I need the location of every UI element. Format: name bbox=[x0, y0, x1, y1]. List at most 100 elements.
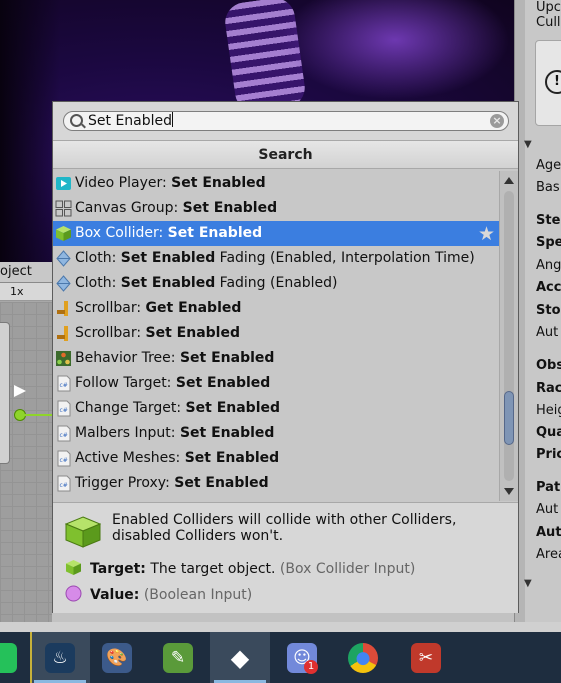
inspector-field-label: Area bbox=[536, 547, 561, 562]
taskbar-item[interactable]: ◆ bbox=[210, 632, 270, 683]
result-component: Cloth: bbox=[75, 250, 117, 266]
clear-search-icon[interactable]: × bbox=[490, 114, 504, 128]
result-item[interactable]: Scrollbar: Set Enabled bbox=[53, 321, 499, 346]
graph-zoom-label[interactable]: 1x bbox=[0, 283, 52, 301]
result-component: Change Target: bbox=[75, 400, 182, 416]
steam-icon: ♨ bbox=[45, 643, 75, 673]
inspector-field-label: Pat bbox=[536, 480, 561, 495]
taskbar-item[interactable]: ● bbox=[333, 632, 393, 683]
video-player-icon bbox=[56, 177, 71, 190]
result-component: Malbers Input: bbox=[75, 425, 176, 441]
result-label: Video Player: Set Enabled bbox=[75, 171, 266, 196]
result-item[interactable]: Box Collider: Set Enabled ★ bbox=[53, 221, 499, 246]
result-label: Behavior Tree: Set Enabled bbox=[75, 346, 274, 371]
result-method: Set Enabled bbox=[145, 325, 240, 341]
taskbar-item[interactable]: ✎ bbox=[148, 632, 208, 683]
add-node-search-popup: Set Enabled × Search Video Player: Set E… bbox=[52, 101, 519, 613]
search-icon bbox=[70, 114, 83, 127]
graph-canvas[interactable] bbox=[0, 302, 52, 622]
result-component: Canvas Group: bbox=[75, 200, 179, 216]
search-text: Set Enabled bbox=[88, 113, 173, 129]
search-field[interactable]: Set Enabled × bbox=[63, 111, 509, 131]
cloth-icon bbox=[56, 275, 71, 292]
result-item[interactable]: Cloth: Set Enabled Fading (Enabled) bbox=[53, 271, 499, 296]
result-item[interactable]: Video Player: Set Enabled bbox=[53, 171, 499, 196]
result-method: Set Enabled bbox=[184, 450, 280, 466]
text-caret bbox=[172, 112, 174, 127]
graph-tab[interactable]: oject bbox=[0, 262, 52, 283]
taskbar-item[interactable]: 🎨 bbox=[87, 632, 147, 683]
graph-node[interactable] bbox=[0, 322, 10, 464]
script-icon: c# bbox=[57, 425, 71, 442]
graph-panel: oject 1x bbox=[0, 262, 52, 622]
result-component: Behavior Tree: bbox=[75, 350, 176, 366]
unity-icon: ◆ bbox=[230, 644, 250, 672]
whatsapp-icon bbox=[0, 643, 17, 673]
svg-text:c#: c# bbox=[60, 457, 68, 464]
result-label: Box Collider: Set Enabled bbox=[75, 221, 262, 246]
box-collider-large-icon bbox=[65, 516, 101, 548]
scroll-up-arrow-icon[interactable] bbox=[504, 177, 514, 184]
graph-connection bbox=[24, 414, 52, 416]
result-label: Cloth: Set Enabled Fading (Enabled, Inte… bbox=[75, 246, 475, 271]
result-suffix: Fading (Enabled, Interpolation Time) bbox=[215, 250, 475, 266]
inspector-field-label: Age bbox=[536, 158, 561, 173]
inspector-field-label: Spe bbox=[536, 235, 561, 250]
inspector-field-label: Aut bbox=[536, 325, 559, 340]
result-list-scrollbar[interactable] bbox=[499, 171, 518, 501]
foldout-arrow-icon[interactable]: ▼ bbox=[524, 578, 532, 589]
result-item[interactable]: c# Active Meshes: Set Enabled bbox=[53, 446, 499, 471]
svg-text:c#: c# bbox=[60, 482, 68, 489]
boolean-icon bbox=[65, 585, 82, 602]
result-item[interactable]: c# Trigger Proxy: Set Enabled bbox=[53, 471, 499, 496]
result-item[interactable]: c# Change Target: Set Enabled bbox=[53, 396, 499, 421]
taskbar-item[interactable]: ✂ bbox=[396, 632, 456, 683]
param-type: (Box Collider Input) bbox=[279, 561, 416, 577]
node-info-panel: Enabled Colliders will collide with othe… bbox=[53, 502, 518, 613]
snipping-icon: ✂ bbox=[411, 643, 441, 673]
scroll-thumb[interactable] bbox=[504, 391, 514, 445]
inspector-field-label: Obs bbox=[536, 358, 561, 373]
result-item[interactable]: c# Malbers Input: Set Enabled bbox=[53, 421, 499, 446]
list-header: Search bbox=[53, 140, 518, 169]
favorite-star-icon[interactable]: ★ bbox=[478, 222, 495, 247]
inspector-panel: ! ▼ ▼ UpcCullAgeBasSteSpeAngAccStoAutObs… bbox=[514, 0, 561, 622]
result-method: Set Enabled bbox=[174, 475, 269, 491]
scroll-down-arrow-icon[interactable] bbox=[504, 488, 514, 495]
result-component: Video Player: bbox=[75, 175, 167, 191]
param-desc: The target object. bbox=[150, 561, 276, 577]
result-method: Set Enabled bbox=[120, 275, 216, 291]
result-label: Scrollbar: Get Enabled bbox=[75, 296, 241, 321]
result-component: Active Meshes: bbox=[75, 450, 181, 466]
inspector-field-label: Bas bbox=[536, 180, 560, 195]
search-input[interactable]: Set Enabled bbox=[88, 112, 468, 130]
scroll-track[interactable] bbox=[504, 191, 514, 481]
param-value: Value: (Boolean Input) bbox=[65, 585, 252, 603]
inspector-field-label: Qua bbox=[536, 425, 561, 440]
taskbar-divider bbox=[0, 622, 561, 632]
node-description: Enabled Colliders will collide with othe… bbox=[112, 512, 457, 544]
script-icon: c# bbox=[57, 450, 71, 467]
foldout-arrow-icon[interactable]: ▼ bbox=[524, 139, 532, 150]
result-item[interactable]: Behavior Tree: Set Enabled bbox=[53, 346, 499, 371]
result-item[interactable]: Scrollbar: Get Enabled bbox=[53, 296, 499, 321]
result-label: Cloth: Set Enabled Fading (Enabled) bbox=[75, 271, 338, 296]
svg-text:c#: c# bbox=[60, 407, 68, 414]
inspector-field-label: Upc bbox=[536, 0, 561, 15]
result-label: Active Meshes: Set Enabled bbox=[75, 446, 279, 471]
result-method: Set Enabled bbox=[182, 200, 278, 216]
result-component: Follow Target: bbox=[75, 375, 172, 391]
search-row: Set Enabled × bbox=[53, 102, 518, 140]
inspector-field-label: Cull bbox=[536, 15, 561, 30]
taskbar-item[interactable]: ♨ bbox=[30, 632, 90, 683]
result-item[interactable]: Canvas Group: Set Enabled bbox=[53, 196, 499, 221]
result-method: Get Enabled bbox=[145, 300, 242, 316]
inspector-field-label: Sto bbox=[536, 303, 561, 318]
result-item[interactable]: Cloth: Set Enabled Fading (Enabled, Inte… bbox=[53, 246, 499, 271]
result-label: Change Target: Set Enabled bbox=[75, 396, 280, 421]
result-component: Box Collider: bbox=[75, 225, 164, 241]
taskbar-item[interactable]: ☺ 1 bbox=[272, 632, 332, 683]
chrome-icon: ● bbox=[348, 643, 378, 673]
taskbar-item[interactable] bbox=[0, 632, 32, 683]
result-item[interactable]: c# Follow Target: Set Enabled bbox=[53, 371, 499, 396]
